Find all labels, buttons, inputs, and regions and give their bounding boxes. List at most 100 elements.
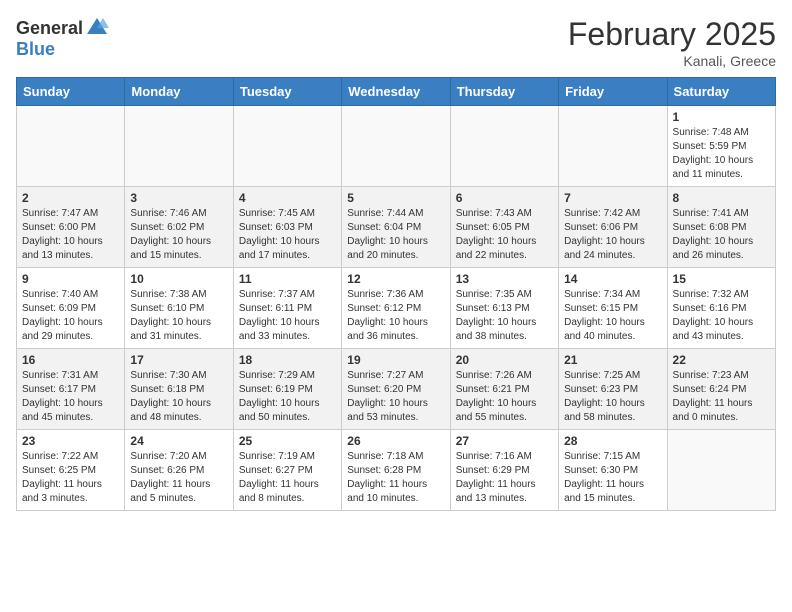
- day-header-monday: Monday: [125, 78, 233, 106]
- day-number: 5: [347, 191, 444, 205]
- day-info: Sunrise: 7:44 AM Sunset: 6:04 PM Dayligh…: [347, 207, 444, 263]
- day-number: 9: [22, 272, 119, 286]
- day-number: 26: [347, 434, 444, 448]
- logo: General Blue: [16, 16, 109, 60]
- day-info: Sunrise: 7:45 AM Sunset: 6:03 PM Dayligh…: [239, 207, 336, 263]
- month-title: February 2025: [568, 16, 776, 53]
- day-number: 22: [673, 353, 770, 367]
- day-info: Sunrise: 7:35 AM Sunset: 6:13 PM Dayligh…: [456, 288, 553, 344]
- calendar-day-cell: [233, 106, 341, 187]
- day-info: Sunrise: 7:25 AM Sunset: 6:23 PM Dayligh…: [564, 369, 661, 425]
- day-number: 28: [564, 434, 661, 448]
- day-info: Sunrise: 7:27 AM Sunset: 6:20 PM Dayligh…: [347, 369, 444, 425]
- day-info: Sunrise: 7:16 AM Sunset: 6:29 PM Dayligh…: [456, 450, 553, 506]
- calendar-week-row: 1Sunrise: 7:48 AM Sunset: 5:59 PM Daylig…: [17, 106, 776, 187]
- calendar-day-cell: [125, 106, 233, 187]
- day-number: 27: [456, 434, 553, 448]
- calendar-day-cell: 5 Sunrise: 7:44 AM Sunset: 6:04 PM Daylig…: [342, 187, 450, 268]
- day-number: 13: [456, 272, 553, 286]
- day-number: 14: [564, 272, 661, 286]
- calendar-day-cell: 25 Sunrise: 7:19 AM Sunset: 6:27 PM Dayli…: [233, 430, 341, 511]
- day-number: 8: [673, 191, 770, 205]
- day-info: Sunrise: 7:38 AM Sunset: 6:10 PM Dayligh…: [130, 288, 227, 344]
- calendar-day-cell: 26 Sunrise: 7:18 AM Sunset: 6:28 PM Dayli…: [342, 430, 450, 511]
- calendar-week-row: 2 Sunrise: 7:47 AM Sunset: 6:00 PM Daylig…: [17, 187, 776, 268]
- day-number: 20: [456, 353, 553, 367]
- calendar-day-cell: 22 Sunrise: 7:23 AM Sunset: 6:24 PM Dayli…: [667, 349, 775, 430]
- location-title: Kanali, Greece: [568, 53, 776, 69]
- day-info: Sunrise: 7:34 AM Sunset: 6:15 PM Dayligh…: [564, 288, 661, 344]
- day-info: Sunrise: 7:19 AM Sunset: 6:27 PM Dayligh…: [239, 450, 336, 506]
- day-header-wednesday: Wednesday: [342, 78, 450, 106]
- day-header-tuesday: Tuesday: [233, 78, 341, 106]
- calendar-day-cell: 3 Sunrise: 7:46 AM Sunset: 6:02 PM Daylig…: [125, 187, 233, 268]
- day-header-saturday: Saturday: [667, 78, 775, 106]
- calendar-day-cell: [667, 430, 775, 511]
- calendar-day-cell: 7 Sunrise: 7:42 AM Sunset: 6:06 PM Daylig…: [559, 187, 667, 268]
- day-info: Sunrise: 7:22 AM Sunset: 6:25 PM Dayligh…: [22, 450, 119, 506]
- day-number: 16: [22, 353, 119, 367]
- day-info: Sunrise: 7:30 AM Sunset: 6:18 PM Dayligh…: [130, 369, 227, 425]
- calendar-day-cell: 6 Sunrise: 7:43 AM Sunset: 6:05 PM Daylig…: [450, 187, 558, 268]
- logo-blue: Blue: [16, 39, 55, 59]
- calendar-day-cell: 24Sunrise: 7:20 AM Sunset: 6:26 PM Dayli…: [125, 430, 233, 511]
- calendar-day-cell: 10 Sunrise: 7:38 AM Sunset: 6:10 PM Dayli…: [125, 268, 233, 349]
- day-number: 6: [456, 191, 553, 205]
- page-header: General Blue February 2025 Kanali, Greec…: [16, 16, 776, 69]
- day-number: 3: [130, 191, 227, 205]
- day-header-thursday: Thursday: [450, 78, 558, 106]
- calendar-day-cell: 15 Sunrise: 7:32 AM Sunset: 6:16 PM Dayli…: [667, 268, 775, 349]
- calendar-day-cell: 20 Sunrise: 7:26 AM Sunset: 6:21 PM Dayli…: [450, 349, 558, 430]
- day-info: Sunrise: 7:32 AM Sunset: 6:16 PM Dayligh…: [673, 288, 770, 344]
- day-info: Sunrise: 7:46 AM Sunset: 6:02 PM Dayligh…: [130, 207, 227, 263]
- calendar-day-cell: [450, 106, 558, 187]
- calendar-day-cell: 16Sunrise: 7:31 AM Sunset: 6:17 PM Dayli…: [17, 349, 125, 430]
- day-number: 10: [130, 272, 227, 286]
- day-info: Sunrise: 7:26 AM Sunset: 6:21 PM Dayligh…: [456, 369, 553, 425]
- calendar-week-row: 9 Sunrise: 7:40 AM Sunset: 6:09 PM Daylig…: [17, 268, 776, 349]
- day-info: Sunrise: 7:40 AM Sunset: 6:09 PM Dayligh…: [22, 288, 119, 344]
- day-info: Sunrise: 7:36 AM Sunset: 6:12 PM Dayligh…: [347, 288, 444, 344]
- day-number: 18: [239, 353, 336, 367]
- day-info: Sunrise: 7:37 AM Sunset: 6:11 PM Dayligh…: [239, 288, 336, 344]
- calendar-day-cell: 17 Sunrise: 7:30 AM Sunset: 6:18 PM Dayli…: [125, 349, 233, 430]
- calendar-day-cell: 2 Sunrise: 7:47 AM Sunset: 6:00 PM Daylig…: [17, 187, 125, 268]
- calendar-day-cell: 11Sunrise: 7:37 AM Sunset: 6:11 PM Dayli…: [233, 268, 341, 349]
- day-info: Sunrise: 7:43 AM Sunset: 6:05 PM Dayligh…: [456, 207, 553, 263]
- day-number: 7: [564, 191, 661, 205]
- day-number: 17: [130, 353, 227, 367]
- calendar-day-cell: 4 Sunrise: 7:45 AM Sunset: 6:03 PM Daylig…: [233, 187, 341, 268]
- calendar-day-cell: [342, 106, 450, 187]
- day-info: Sunrise: 7:15 AM Sunset: 6:30 PM Dayligh…: [564, 450, 661, 506]
- day-info: Sunrise: 7:20 AM Sunset: 6:26 PM Dayligh…: [130, 450, 227, 506]
- calendar-day-cell: [559, 106, 667, 187]
- logo-general: General: [16, 19, 83, 37]
- day-number: 19: [347, 353, 444, 367]
- calendar-table: SundayMondayTuesdayWednesdayThursdayFrid…: [16, 77, 776, 511]
- calendar-day-cell: 14 Sunrise: 7:34 AM Sunset: 6:15 PM Dayli…: [559, 268, 667, 349]
- calendar-header-row: SundayMondayTuesdayWednesdayThursdayFrid…: [17, 78, 776, 106]
- day-info: Sunrise: 7:41 AM Sunset: 6:08 PM Dayligh…: [673, 207, 770, 263]
- calendar-day-cell: 23 Sunrise: 7:22 AM Sunset: 6:25 PM Dayli…: [17, 430, 125, 511]
- day-info: Sunrise: 7:23 AM Sunset: 6:24 PM Dayligh…: [673, 369, 770, 425]
- day-number: 12: [347, 272, 444, 286]
- calendar-day-cell: 19 Sunrise: 7:27 AM Sunset: 6:20 PM Dayli…: [342, 349, 450, 430]
- calendar-week-row: 23 Sunrise: 7:22 AM Sunset: 6:25 PM Dayli…: [17, 430, 776, 511]
- day-info: Sunrise: 7:18 AM Sunset: 6:28 PM Dayligh…: [347, 450, 444, 506]
- calendar-day-cell: 12 Sunrise: 7:36 AM Sunset: 6:12 PM Dayli…: [342, 268, 450, 349]
- calendar-day-cell: 9 Sunrise: 7:40 AM Sunset: 6:09 PM Daylig…: [17, 268, 125, 349]
- calendar-day-cell: 1Sunrise: 7:48 AM Sunset: 5:59 PM Daylig…: [667, 106, 775, 187]
- day-info: Sunrise: 7:42 AM Sunset: 6:06 PM Dayligh…: [564, 207, 661, 263]
- calendar-day-cell: 8 Sunrise: 7:41 AM Sunset: 6:08 PM Daylig…: [667, 187, 775, 268]
- day-number: 2: [22, 191, 119, 205]
- day-number: 4: [239, 191, 336, 205]
- day-number: 25: [239, 434, 336, 448]
- logo-icon: [85, 16, 109, 40]
- calendar-day-cell: 21Sunrise: 7:25 AM Sunset: 6:23 PM Dayli…: [559, 349, 667, 430]
- day-number: 15: [673, 272, 770, 286]
- day-number: 23: [22, 434, 119, 448]
- day-number: 1: [673, 110, 770, 124]
- calendar-day-cell: [17, 106, 125, 187]
- day-header-friday: Friday: [559, 78, 667, 106]
- day-info: Sunrise: 7:47 AM Sunset: 6:00 PM Dayligh…: [22, 207, 119, 263]
